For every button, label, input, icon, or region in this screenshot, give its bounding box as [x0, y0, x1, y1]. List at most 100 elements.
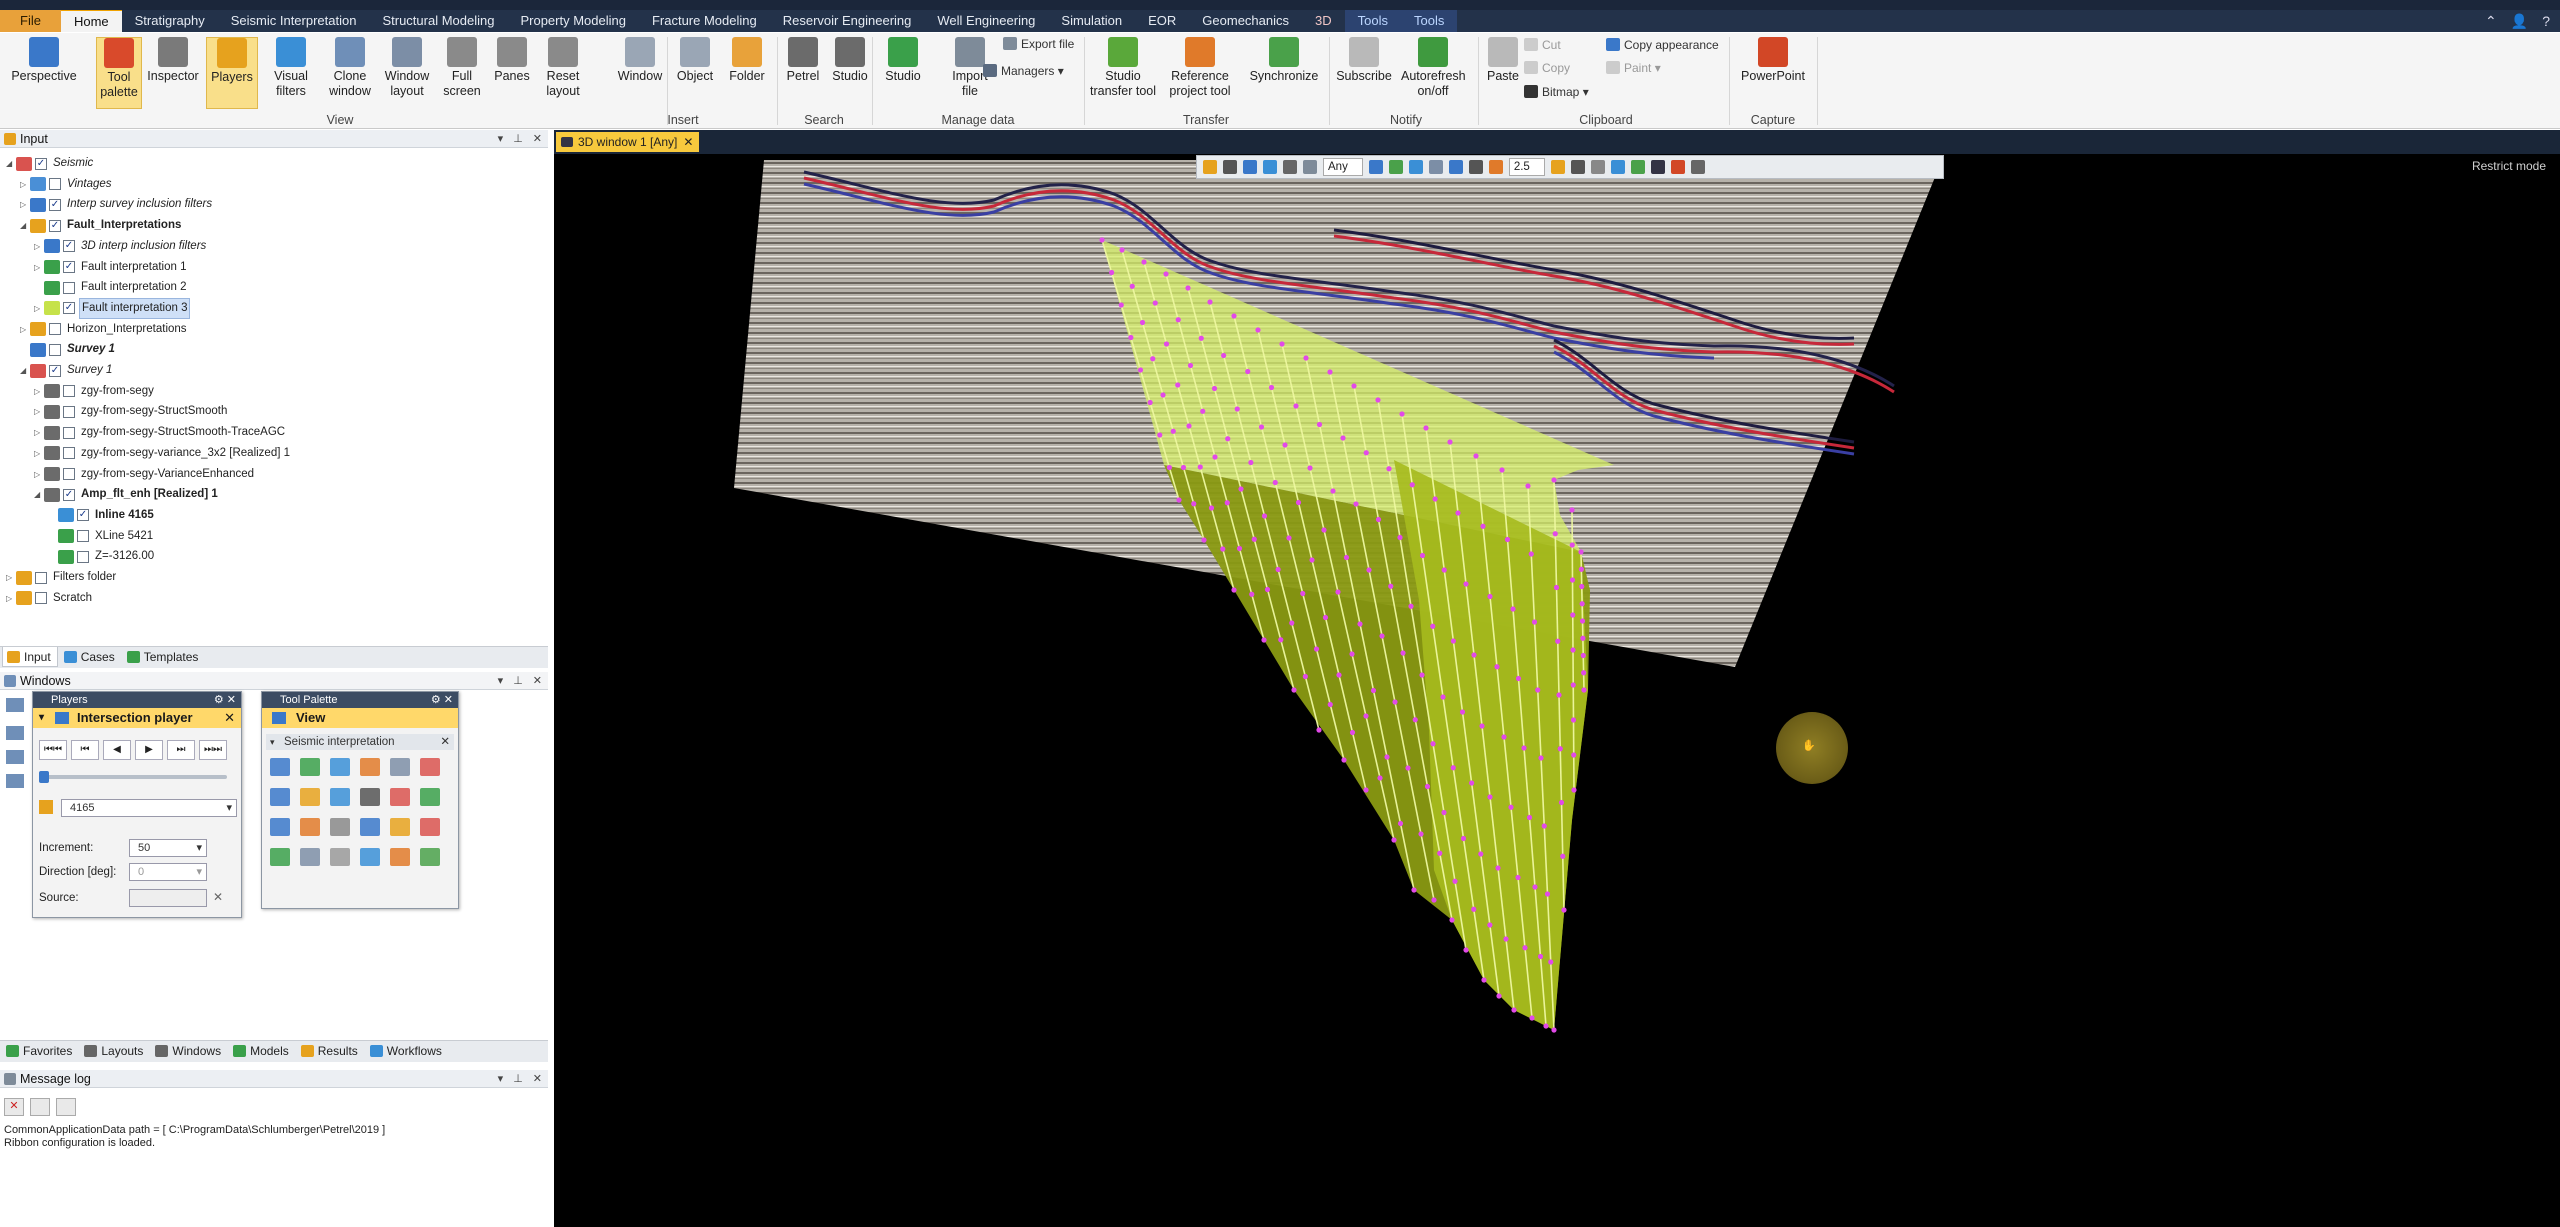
pick-point[interactable] — [1424, 783, 1431, 790]
visibility-checkbox[interactable] — [77, 530, 89, 543]
export-log-icon[interactable] — [56, 1098, 76, 1116]
pick-point[interactable] — [1386, 466, 1392, 472]
palette-tool-icon[interactable] — [330, 788, 350, 806]
pick-point[interactable] — [1471, 652, 1477, 658]
pick-point[interactable] — [1522, 945, 1528, 951]
visibility-checkbox[interactable]: ✓ — [49, 364, 61, 377]
pick-point[interactable] — [1163, 271, 1169, 277]
pin-icon[interactable]: ⊥ — [513, 1070, 523, 1088]
players-title-bar[interactable]: Players ⚙ ✕ — [33, 692, 241, 708]
pick-point[interactable] — [1571, 752, 1577, 758]
pick-point[interactable] — [1471, 906, 1477, 912]
tree-item[interactable]: ▷ ✓ Interp survey inclusion filters — [20, 195, 214, 214]
palette-tool-icon[interactable] — [330, 758, 350, 776]
ribbon-tab-home[interactable]: Home — [60, 10, 122, 32]
pick-point[interactable] — [1531, 619, 1538, 625]
pick-point[interactable] — [1180, 464, 1187, 471]
visibility-checkbox[interactable] — [63, 426, 75, 439]
north-view-icon[interactable] — [1428, 160, 1443, 174]
palette-tool-icon[interactable] — [420, 818, 440, 836]
visibility-checkbox[interactable] — [63, 385, 75, 398]
slider-thumb[interactable] — [39, 771, 49, 783]
pick-point[interactable] — [1538, 755, 1544, 761]
visibility-checkbox[interactable]: ✓ — [63, 488, 75, 501]
palette-tool-icon[interactable] — [420, 788, 440, 806]
pick-point[interactable] — [1295, 499, 1302, 506]
pick-point[interactable] — [1341, 757, 1347, 763]
panel-tab-models[interactable]: Models — [229, 1041, 295, 1061]
expand-icon[interactable]: ▷ — [34, 299, 44, 318]
pick-point[interactable] — [1419, 672, 1425, 678]
pick-point[interactable] — [1440, 694, 1446, 700]
clone-window-button[interactable]: Clone window — [328, 37, 372, 109]
palette-tool-icon[interactable] — [270, 848, 290, 866]
pick-point[interactable] — [1278, 637, 1284, 643]
clear-source-icon[interactable]: ✕ — [213, 890, 223, 904]
view-all-icon[interactable] — [1243, 160, 1257, 174]
visibility-checkbox[interactable]: ✓ — [63, 240, 75, 253]
visibility-checkbox[interactable]: ✓ — [63, 302, 75, 315]
expand-icon[interactable]: ▷ — [34, 465, 44, 484]
pick-point[interactable] — [1478, 851, 1484, 857]
pick-point[interactable] — [1191, 501, 1197, 507]
pick-point[interactable] — [1118, 302, 1124, 308]
pick-point[interactable] — [1207, 299, 1213, 305]
expand-icon[interactable]: ▷ — [34, 382, 44, 401]
pick-point[interactable] — [1528, 551, 1534, 557]
collapse-ribbon-icon[interactable]: ⌃ — [2485, 13, 2497, 30]
pick-point[interactable] — [1198, 335, 1204, 341]
palette-tool-icon[interactable] — [270, 788, 290, 806]
pick-point[interactable] — [1353, 501, 1359, 507]
pick-point[interactable] — [1481, 977, 1487, 983]
close-icon[interactable]: ✕ — [533, 1070, 542, 1088]
tree-item[interactable]: ◢ ✓ Fault_Interpretations — [20, 216, 183, 235]
pick-point[interactable] — [1175, 317, 1181, 323]
ribbon-tab-eor[interactable]: EOR — [1135, 10, 1189, 32]
palette-tool-icon[interactable] — [270, 818, 290, 836]
pick-point[interactable] — [1487, 922, 1493, 928]
object-button[interactable]: Object — [673, 37, 717, 109]
tool-palette-close-icon[interactable]: ⚙ ✕ — [431, 692, 453, 708]
transport-button[interactable]: ⏮ — [71, 740, 99, 760]
pick-point[interactable] — [1166, 464, 1172, 471]
pick-point[interactable] — [1469, 780, 1475, 786]
pick-point[interactable] — [1480, 523, 1486, 529]
3d-scene[interactable] — [554, 130, 2560, 1227]
panel-tab-cases[interactable]: Cases — [60, 647, 121, 667]
pick-point[interactable] — [1400, 650, 1406, 656]
expand-icon[interactable]: ▷ — [34, 444, 44, 463]
transport-button[interactable]: ⏭⏭ — [199, 740, 227, 760]
pick-point[interactable] — [1225, 436, 1231, 442]
east-view-icon[interactable] — [1448, 160, 1463, 174]
clear-log-icon[interactable]: ✕ — [4, 1098, 24, 1116]
pick-point[interactable] — [1570, 612, 1576, 618]
user-icon[interactable]: 👤 — [2511, 13, 2528, 30]
panel-tab-favorites[interactable]: Favorites — [2, 1041, 78, 1061]
panel-menu-icon[interactable]: ▾ — [498, 672, 504, 690]
palette-tool-icon[interactable] — [300, 758, 320, 776]
visibility-checkbox[interactable]: ✓ — [63, 261, 75, 273]
pick-point[interactable] — [1399, 411, 1405, 417]
palette-tool-icon[interactable] — [360, 848, 380, 866]
folder-button[interactable]: Folder — [725, 37, 769, 109]
pick-point[interactable] — [1268, 384, 1275, 391]
pick-point[interactable] — [1529, 1015, 1535, 1021]
pick-point[interactable] — [1185, 285, 1191, 291]
pick-point[interactable] — [1580, 652, 1586, 659]
pick-point[interactable] — [1238, 486, 1244, 492]
pick-point[interactable] — [1570, 717, 1577, 723]
ribbon-tab-property-modeling[interactable]: Property Modeling — [507, 10, 639, 32]
pick-point[interactable] — [1316, 727, 1322, 733]
pick-point[interactable] — [1495, 865, 1501, 871]
visibility-checkbox[interactable] — [63, 468, 75, 480]
expand-icon[interactable]: ▷ — [20, 195, 30, 214]
tree-item[interactable]: ✓ Inline 4165 — [48, 506, 156, 525]
pick-point[interactable] — [1455, 510, 1461, 516]
pin-icon[interactable]: ⊥ — [513, 130, 523, 148]
top-view-icon[interactable] — [1388, 160, 1403, 174]
tree-item[interactable]: ▷ Filters folder — [6, 568, 118, 587]
pick-point[interactable] — [1397, 534, 1403, 541]
expand-icon[interactable]: ▷ — [20, 320, 30, 339]
panel-menu-icon[interactable]: ▾ — [498, 130, 504, 148]
pick-point[interactable] — [1234, 406, 1240, 412]
